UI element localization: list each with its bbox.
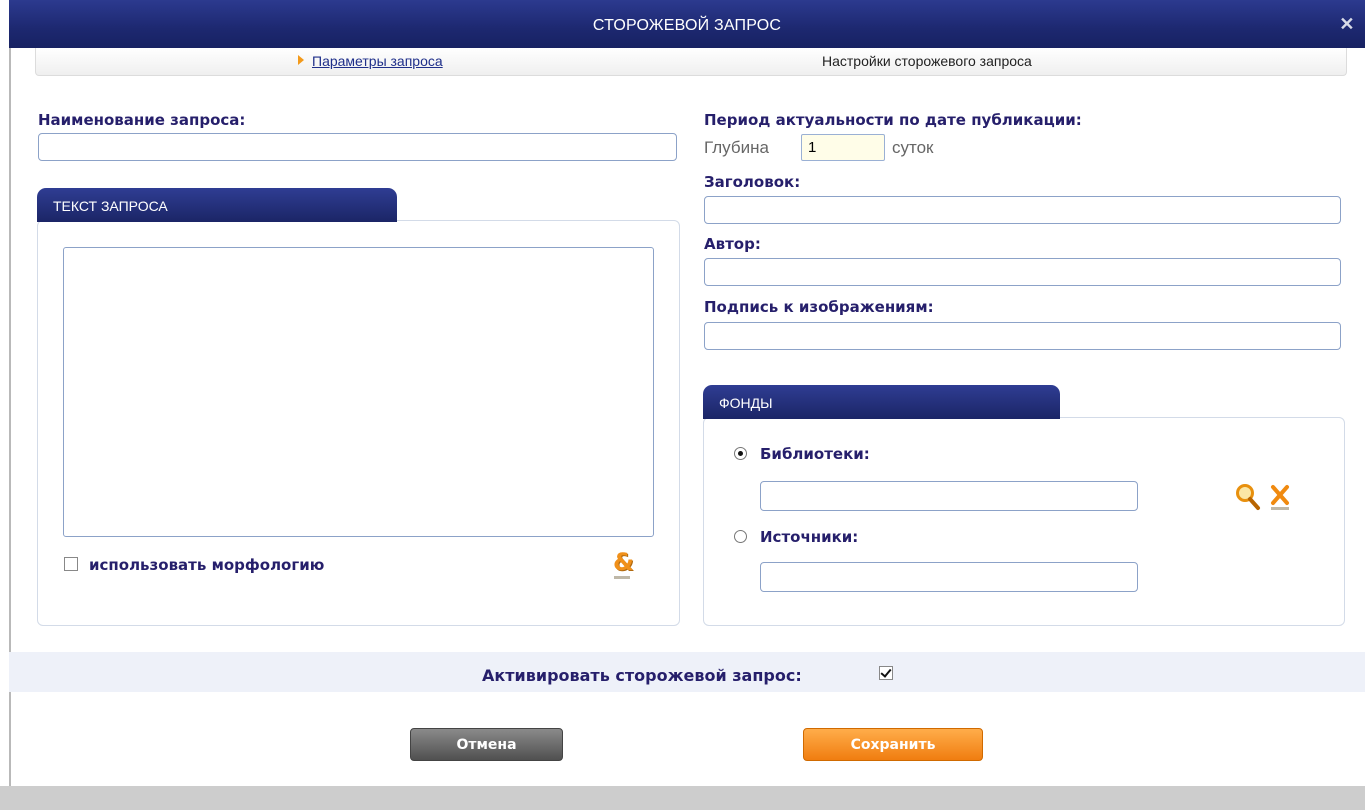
query-name-input[interactable] bbox=[38, 133, 677, 161]
tab-query-params[interactable]: Параметры запроса bbox=[298, 53, 443, 69]
libraries-radio[interactable] bbox=[734, 447, 747, 460]
ampersand-operator-icon[interactable]: & bbox=[613, 548, 634, 579]
tab-watch-settings[interactable]: Настройки сторожевого запроса bbox=[822, 53, 1032, 69]
footer-bar bbox=[0, 786, 1365, 810]
search-icon[interactable] bbox=[1234, 482, 1262, 512]
tab-strip: Параметры запроса Настройки сторожевого … bbox=[35, 48, 1347, 76]
headline-input[interactable] bbox=[704, 196, 1341, 224]
funds-panel-title: ФОНДЫ bbox=[703, 385, 1060, 419]
activate-checkbox[interactable] bbox=[879, 666, 893, 680]
headline-label: Заголовок: bbox=[704, 173, 801, 191]
morphology-label: использовать морфологию bbox=[89, 556, 325, 574]
query-text-area[interactable] bbox=[63, 247, 654, 537]
libraries-input[interactable] bbox=[760, 481, 1138, 511]
depth-input[interactable] bbox=[801, 134, 885, 161]
libraries-label: Библиотеки: bbox=[760, 445, 870, 463]
activate-label: Активировать сторожевой запрос: bbox=[482, 666, 802, 685]
sources-radio[interactable] bbox=[734, 530, 747, 543]
cancel-button[interactable]: Отмена bbox=[410, 728, 563, 761]
author-input[interactable] bbox=[704, 258, 1341, 286]
dialog-titlebar: СТОРОЖЕВОЙ ЗАПРОС ✕ bbox=[9, 0, 1365, 48]
arrow-right-icon bbox=[298, 55, 304, 65]
tab-query-params-label: Параметры запроса bbox=[312, 53, 443, 69]
morphology-checkbox[interactable] bbox=[64, 557, 78, 571]
caption-label: Подпись к изображениям: bbox=[704, 298, 934, 316]
depth-suffix: суток bbox=[892, 138, 934, 157]
query-text-panel-title: ТЕКСТ ЗАПРОСА bbox=[37, 188, 397, 222]
sources-input[interactable] bbox=[760, 562, 1138, 592]
clear-icon[interactable] bbox=[1268, 482, 1292, 512]
save-button[interactable]: Сохранить bbox=[803, 728, 983, 761]
close-icon[interactable]: ✕ bbox=[1337, 14, 1357, 34]
dialog-title: СТОРОЖЕВОЙ ЗАПРОС bbox=[592, 17, 782, 34]
depth-prefix: Глубина bbox=[704, 138, 769, 157]
query-name-label: Наименование запроса: bbox=[38, 111, 246, 129]
sources-label: Источники: bbox=[760, 528, 859, 546]
caption-input[interactable] bbox=[704, 322, 1341, 350]
author-label: Автор: bbox=[704, 235, 761, 253]
period-label: Период актуальности по дате публикации: bbox=[704, 111, 1082, 129]
